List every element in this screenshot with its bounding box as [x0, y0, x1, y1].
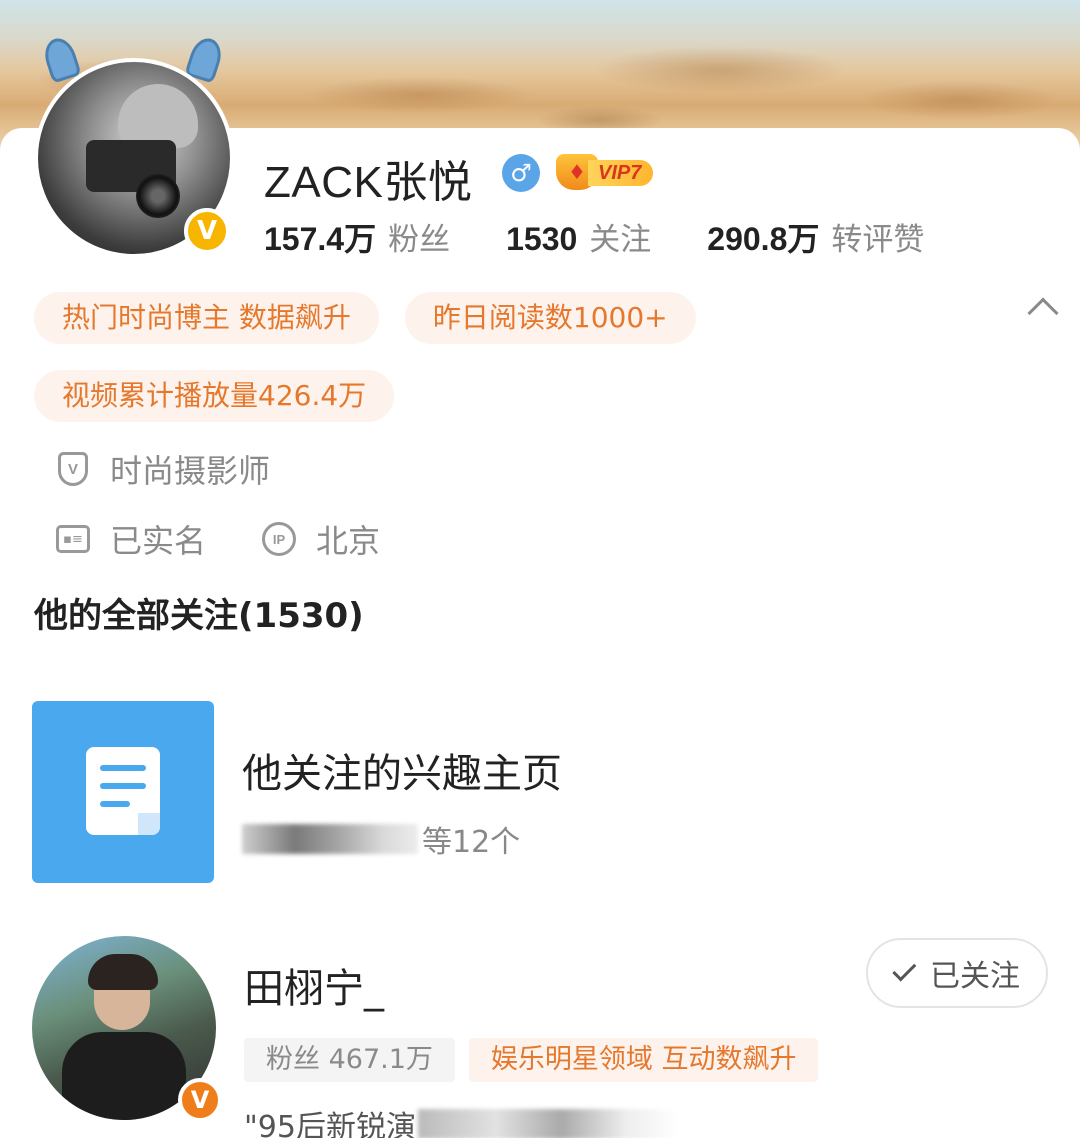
following-section-title: 他的全部关注(1530) [34, 596, 364, 636]
blurred-content [242, 824, 418, 854]
user-tag[interactable]: 娱乐明星领域 互动数飙升 [468, 1038, 819, 1082]
followed-user-item[interactable]: V 田栩宁_ 粉丝 467.1万 娱乐明星领域 互动数飙升 "95后新锐演 [32, 936, 832, 1138]
interest-pages-item[interactable]: 他关注的兴趣主页 等12个 [32, 701, 562, 883]
interest-pages-title: 他关注的兴趣主页 [242, 751, 562, 797]
stat-label: 转评赞 [831, 222, 925, 258]
profile-tag[interactable]: 昨日阅读数1000+ [404, 292, 696, 344]
blurred-content [417, 1109, 678, 1138]
stat-value: 157.4万 [264, 221, 377, 257]
stat-fans[interactable]: 157.4万 粉丝 [264, 214, 450, 260]
user-fans-count: 粉丝 467.1万 [244, 1038, 455, 1082]
vip-badge[interactable]: ♦ VIP7 [556, 154, 666, 190]
user-name[interactable]: 田栩宁_ [244, 956, 832, 1014]
stat-value: 290.8万 [707, 221, 820, 257]
verified-label: 已实名 [110, 522, 207, 560]
verified-v-icon: V [178, 1078, 222, 1122]
profile-card: V ZACK张悦 ♂ ♦ VIP7 157.4万 粉丝 1530 关注 290.… [0, 34, 1080, 1138]
user-description: "95后新锐演 [244, 1110, 416, 1138]
stat-reposts-comments-likes[interactable]: 290.8万 转评赞 [707, 214, 924, 260]
shield-v-icon: V [58, 452, 88, 486]
identity-row: ▪≡ 已实名 IP 北京 [56, 516, 380, 562]
profile-tag[interactable]: 视频累计播放量426.4万 [34, 370, 395, 422]
check-icon [892, 957, 917, 982]
verified-v-icon: V [184, 208, 230, 254]
stat-label: 关注 [589, 222, 652, 258]
followed-button[interactable]: 已关注 [866, 938, 1048, 1008]
stat-label: 粉丝 [388, 222, 451, 258]
profile-tags: 热门时尚博主 数据飙升 昨日阅读数1000+ 视频累计播放量426.4万 [34, 292, 1059, 448]
followed-button-label: 已关注 [930, 959, 1020, 994]
document-icon [32, 701, 214, 883]
profile-tag[interactable]: 热门时尚博主 数据飙升 [34, 292, 379, 344]
id-card-icon: ▪≡ [56, 525, 90, 553]
profile-avatar[interactable]: V [34, 34, 234, 258]
male-icon: ♂ [502, 154, 540, 192]
vip-level-label: VIP7 [588, 160, 654, 186]
profile-stats: 157.4万 粉丝 1530 关注 290.8万 转评赞 [264, 214, 980, 260]
stat-value: 1530 [506, 221, 578, 257]
ip-icon: IP [262, 522, 297, 556]
occupation-row: V 时尚摄影师 [56, 446, 270, 492]
ip-location: 北京 [316, 522, 381, 560]
stat-following[interactable]: 1530 关注 [506, 214, 651, 259]
interest-pages-count: 等12个 [422, 825, 521, 860]
profile-name: ZACK张悦 [264, 158, 473, 207]
occupation-label: 时尚摄影师 [110, 452, 271, 490]
